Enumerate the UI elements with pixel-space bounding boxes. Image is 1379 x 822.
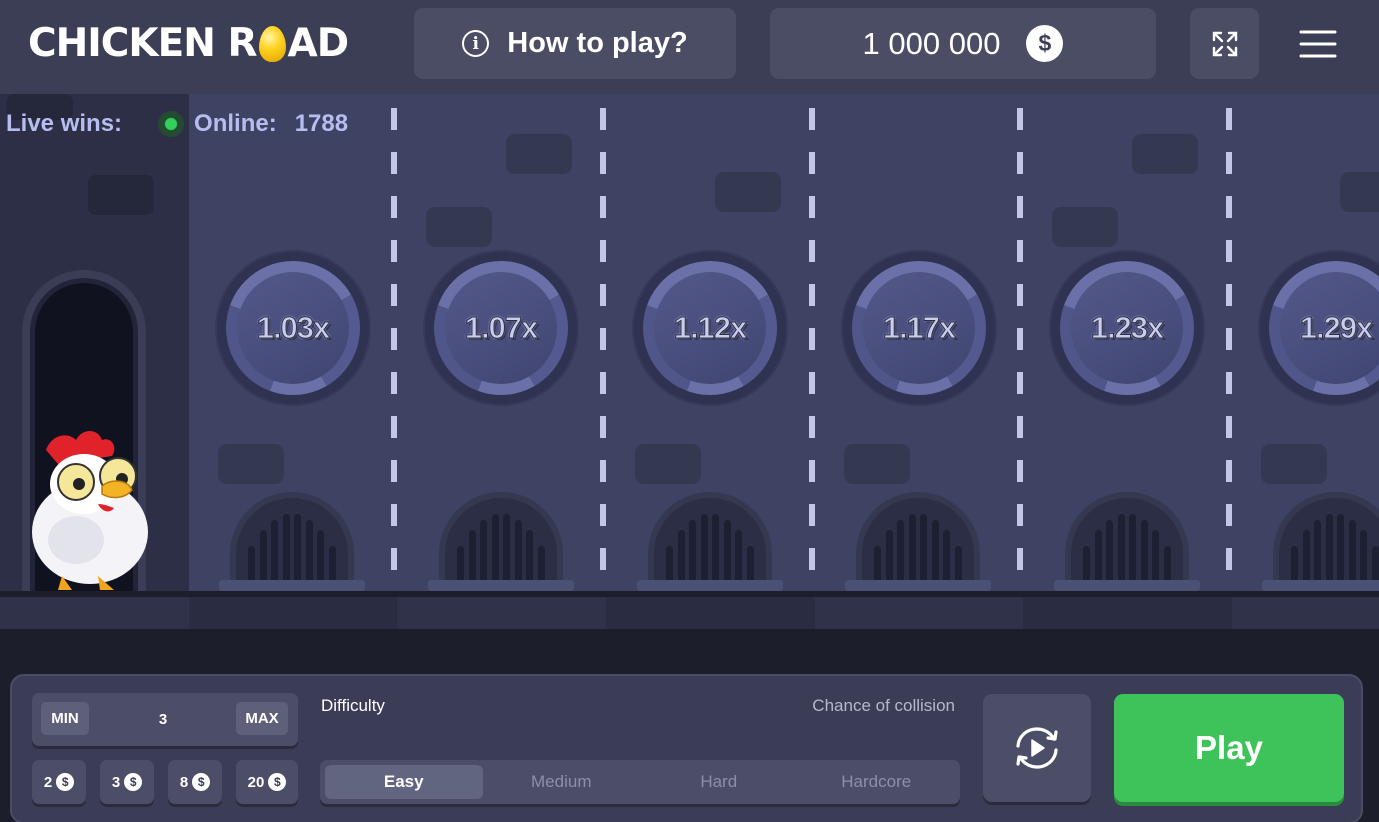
fullscreen-button[interactable] [1190, 8, 1259, 79]
dollar-coin-icon: $ [192, 773, 211, 791]
curb-ledge [219, 580, 365, 591]
wall-brick [1340, 172, 1379, 212]
dollar-coin-icon: $ [56, 773, 75, 791]
online-status-icon [158, 111, 185, 137]
curb-ledge [1262, 580, 1379, 591]
bet-amount-input[interactable]: 3 [92, 693, 234, 746]
lane-4-multiplier[interactable]: 1.17x [843, 252, 995, 404]
online-label: Online: [194, 110, 277, 137]
play-button[interactable]: Play [1114, 694, 1344, 802]
wall-brick [88, 175, 154, 215]
chicken-character-icon [32, 431, 148, 590]
hamburger-menu-icon [1299, 30, 1337, 58]
difficulty-medium-tab[interactable]: Medium [483, 765, 641, 799]
game-logo: CHICKEN R AD [28, 21, 349, 66]
sewer-grate [1273, 492, 1379, 592]
bet-amount-control: MIN 3 MAX [32, 693, 298, 746]
quick-bet-3-button[interactable]: 3 $ [100, 760, 154, 804]
lane-divider [1017, 108, 1023, 593]
sewer-grate [648, 492, 772, 592]
live-wins-label: Live wins: [6, 110, 123, 137]
how-to-play-label: How to play? [507, 27, 688, 59]
chance-of-collision-label: Chance of collision [812, 696, 955, 715]
lane-5-multiplier[interactable]: 1.23x [1051, 252, 1203, 404]
difficulty-hardcore-tab[interactable]: Hardcore [798, 765, 956, 799]
dollar-coin-icon: $ [268, 773, 287, 791]
quick-bet-20-button[interactable]: 20 $ [236, 760, 298, 804]
quick-bet-8-button[interactable]: 8 $ [168, 760, 222, 804]
balance-value: 1 000 000 [862, 25, 1001, 61]
wall-brick [426, 207, 492, 247]
autoplay-icon [1016, 727, 1058, 769]
wall-brick [218, 444, 284, 484]
lane-6-multiplier[interactable]: 1.29x [1260, 252, 1379, 404]
balance-display: 1 000 000 $ [770, 8, 1156, 79]
difficulty-selector: Easy Medium Hard Hardcore [320, 760, 960, 804]
lane-divider [809, 108, 815, 593]
menu-button[interactable] [1290, 22, 1346, 66]
wall-brick [844, 444, 910, 484]
dollar-coin-icon: $ [1026, 25, 1064, 62]
wall-brick [1261, 444, 1327, 484]
dollar-coin-icon: $ [124, 773, 143, 791]
sewer-grate [439, 492, 563, 592]
wall-brick [506, 134, 572, 174]
lane-divider [391, 108, 397, 593]
lane-3-multiplier[interactable]: 1.12x [634, 252, 786, 404]
lane-1-multiplier[interactable]: 1.03x [217, 252, 369, 404]
game-board: 1.03x 1.07x 1.12x 1.17x 1.23x 1.29x Live… [0, 94, 1379, 632]
bottom-area: MIN 3 MAX 2 $ 3 $ 8 $ 20 $ Difficulty Chance… [0, 632, 1379, 822]
wall-brick [715, 172, 781, 212]
chicken-road-game: CHICKEN RAD i How to play? 1 000 000 $ [0, 0, 1379, 822]
lane-2-multiplier[interactable]: 1.07x [425, 252, 577, 404]
sewer-grate [856, 492, 980, 592]
road-surface [0, 597, 1379, 629]
curb-ledge [845, 580, 991, 591]
difficulty-hard-tab[interactable]: Hard [640, 765, 798, 799]
autoplay-button[interactable] [983, 694, 1091, 802]
wall-brick [1052, 207, 1118, 247]
how-to-play-button[interactable]: i How to play? [414, 8, 736, 79]
max-bet-button[interactable]: MAX [236, 702, 288, 735]
difficulty-label: Difficulty [321, 696, 385, 715]
top-bar: CHICKEN R AD i How to play? 1 000 000 $ [0, 0, 1379, 94]
curb-ledge [1054, 580, 1200, 591]
golden-egg-icon [258, 26, 286, 62]
control-panel: MIN 3 MAX 2 $ 3 $ 8 $ 20 $ Difficulty Chance… [10, 674, 1363, 822]
quick-bet-2-button[interactable]: 2 $ [32, 760, 86, 804]
sewer-grate [230, 492, 354, 592]
online-count: 1788 [294, 110, 349, 137]
info-icon: i [462, 30, 490, 57]
difficulty-easy-tab[interactable]: Easy [325, 765, 483, 799]
curb-ledge [637, 580, 783, 591]
lane-divider [1226, 108, 1232, 593]
lane-divider [600, 108, 606, 593]
wall-brick [635, 444, 701, 484]
quick-bet-row: 2 $ 3 $ 8 $ 20 $ [32, 760, 298, 806]
live-stats: Live wins: Online: 1788 [6, 110, 348, 138]
curb-ledge [428, 580, 574, 591]
sewer-grate [1065, 492, 1189, 592]
wall-brick [1132, 134, 1198, 174]
fullscreen-icon [1212, 31, 1237, 56]
min-bet-button[interactable]: MIN [41, 702, 89, 735]
